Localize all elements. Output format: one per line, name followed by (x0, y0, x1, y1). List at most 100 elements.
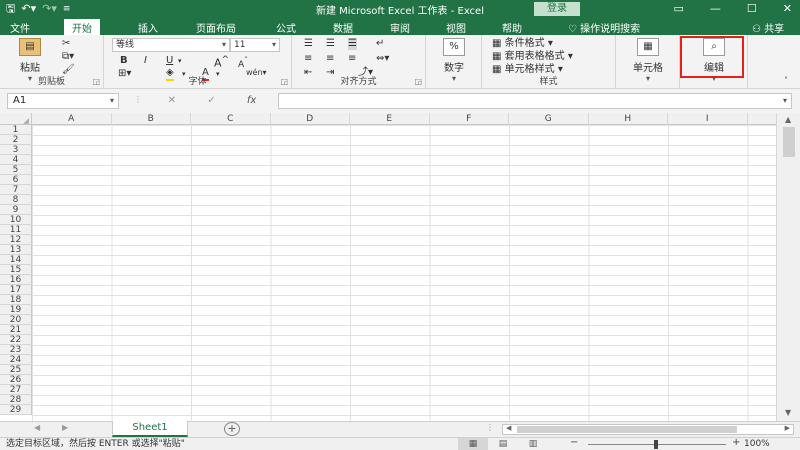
row-header[interactable]: 8 (0, 195, 32, 205)
enter-icon[interactable]: ✓ (207, 93, 215, 109)
tab-review[interactable]: 审阅 (390, 20, 410, 35)
align-center-icon[interactable]: ≡ (326, 53, 334, 65)
dialog-launcher-icon[interactable]: ◲ (92, 77, 100, 86)
cancel-icon[interactable]: ✕ (168, 93, 176, 109)
row-header[interactable]: 17 (0, 285, 32, 295)
page-break-view-icon[interactable]: ▥ (518, 438, 548, 450)
tab-home[interactable]: 开始 (64, 19, 100, 35)
scroll-down-icon[interactable]: ▼ (785, 408, 791, 417)
row-header[interactable]: 3 (0, 145, 32, 155)
row-header[interactable]: 23 (0, 345, 32, 355)
normal-view-icon[interactable]: ▦ (458, 438, 488, 450)
page-layout-view-icon[interactable]: ▤ (488, 438, 518, 450)
tab-insert[interactable]: 插入 (138, 20, 158, 35)
row-header[interactable]: 15 (0, 265, 32, 275)
wrap-text-icon[interactable]: ↵ (376, 38, 384, 50)
merge-center-icon[interactable]: ⇔▾ (376, 53, 389, 65)
row-header[interactable]: 5 (0, 165, 32, 175)
column-header[interactable]: B (112, 113, 191, 125)
column-header[interactable]: H (589, 113, 668, 125)
cells-button[interactable]: ▦ 单元格 ▾ (622, 38, 674, 83)
row-header[interactable]: 29 (0, 405, 32, 415)
close-icon[interactable]: ✕ (783, 0, 792, 18)
column-header[interactable]: C (191, 113, 271, 125)
row-header[interactable]: 14 (0, 255, 32, 265)
row-header[interactable]: 28 (0, 395, 32, 405)
row-header[interactable]: 1 (0, 125, 32, 135)
formula-input[interactable]: ▾ (278, 93, 792, 109)
row-header[interactable]: 2 (0, 135, 32, 145)
tab-split-handle[interactable]: ⋮ (486, 423, 494, 432)
row-header[interactable]: 20 (0, 315, 32, 325)
align-middle-icon[interactable]: ☰ (326, 38, 335, 50)
scroll-thumb[interactable] (517, 426, 737, 433)
tab-help[interactable]: 帮助 (502, 20, 522, 35)
row-header[interactable]: 11 (0, 225, 32, 235)
scroll-thumb[interactable] (783, 127, 795, 157)
align-top-icon[interactable]: ☰ (304, 38, 313, 50)
next-sheet-icon[interactable]: ▶ (62, 423, 68, 432)
prev-sheet-icon[interactable]: ◀ (34, 423, 40, 432)
row-header[interactable]: 21 (0, 325, 32, 335)
zoom-out-icon[interactable]: − (570, 437, 578, 448)
select-all-button[interactable] (0, 113, 32, 125)
zoom-knob[interactable] (654, 440, 658, 449)
row-header[interactable]: 16 (0, 275, 32, 285)
row-header[interactable]: 22 (0, 335, 32, 345)
align-right-icon[interactable]: ≡ (348, 53, 356, 65)
collapse-ribbon-icon[interactable]: ˄ (784, 75, 788, 87)
horizontal-scrollbar[interactable]: ◀ ▶ (502, 424, 794, 435)
row-header[interactable]: 18 (0, 295, 32, 305)
cells-area[interactable] (32, 125, 776, 421)
dialog-launcher-icon[interactable]: ◲ (414, 77, 422, 86)
cut-icon[interactable]: ✂ (62, 38, 70, 50)
maximize-icon[interactable]: ☐ (747, 0, 757, 18)
scroll-up-icon[interactable]: ▲ (785, 115, 791, 124)
number-format-button[interactable]: % 数字 ▾ (434, 38, 474, 83)
column-header[interactable]: E (350, 113, 430, 125)
sheet-tab[interactable]: Sheet1 (112, 421, 188, 437)
column-header[interactable]: I (668, 113, 748, 125)
chevron-down-icon[interactable]: ▾ (178, 55, 182, 67)
more-options-icon[interactable]: ⋮ (134, 95, 142, 104)
row-header[interactable]: 25 (0, 365, 32, 375)
name-box[interactable]: A1 ▾ (7, 93, 119, 109)
column-header[interactable]: D (271, 113, 350, 125)
row-header[interactable]: 10 (0, 215, 32, 225)
dialog-launcher-icon[interactable]: ◲ (280, 77, 288, 86)
insert-function-icon[interactable]: fx (247, 93, 256, 109)
copy-icon[interactable]: ⧉▾ (62, 51, 74, 63)
row-header[interactable]: 27 (0, 385, 32, 395)
share-button[interactable]: ⚇ 共享 (752, 20, 784, 35)
tab-view[interactable]: 视图 (446, 20, 466, 35)
row-header[interactable]: 7 (0, 185, 32, 195)
column-header[interactable]: F (430, 113, 509, 125)
minimize-icon[interactable]: — (710, 0, 721, 18)
conditional-formatting-button[interactable]: ▦ 条件格式 ▾ (492, 38, 553, 50)
font-name-select[interactable]: 等线 ▾ (112, 38, 230, 52)
ribbon-display-icon[interactable]: ▭ (674, 0, 684, 18)
column-header[interactable]: G (509, 113, 589, 125)
align-bottom-icon[interactable]: ☰ (348, 38, 357, 50)
font-size-select[interactable]: 11 ▾ (230, 38, 280, 52)
row-header[interactable]: 6 (0, 175, 32, 185)
add-sheet-icon[interactable]: + (224, 422, 240, 436)
tab-formulas[interactable]: 公式 (276, 20, 296, 35)
row-header[interactable]: 24 (0, 355, 32, 365)
tab-data[interactable]: 数据 (333, 20, 353, 35)
login-button[interactable]: 登录 (534, 2, 580, 16)
row-header[interactable]: 26 (0, 375, 32, 385)
row-header[interactable]: 4 (0, 155, 32, 165)
zoom-in-icon[interactable]: + (732, 437, 740, 448)
tab-file[interactable]: 文件 (10, 20, 30, 35)
bold-button[interactable]: B (120, 55, 128, 67)
tab-page-layout[interactable]: 页面布局 (196, 20, 236, 35)
scroll-left-icon[interactable]: ◀ (506, 424, 511, 432)
scroll-right-icon[interactable]: ▶ (785, 424, 790, 432)
row-header[interactable]: 19 (0, 305, 32, 315)
vertical-scrollbar[interactable]: ▲ ▼ (776, 113, 800, 421)
row-header[interactable]: 9 (0, 205, 32, 215)
zoom-level[interactable]: 100% (744, 438, 770, 450)
tell-me-search[interactable]: ♡ 操作说明搜索 (568, 20, 640, 35)
column-header[interactable]: A (32, 113, 112, 125)
